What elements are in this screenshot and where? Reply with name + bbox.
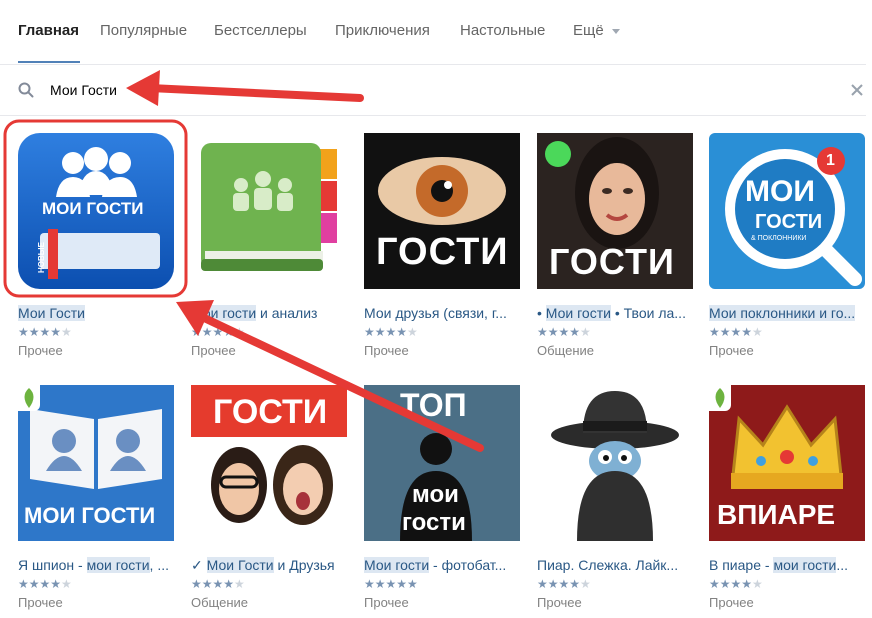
tab-main[interactable]: Главная [18, 22, 79, 39]
app-title[interactable]: Мои гости и анализ [191, 305, 347, 321]
rating-stars: ★★★★★ [364, 325, 418, 339]
app-category: Общение [191, 595, 249, 610]
app-icon-caption: МОИ ГОСТИ [24, 503, 156, 528]
app-title-post: и Друзья [273, 557, 335, 573]
app-title-highlight: Мои гости [191, 305, 257, 321]
app-title[interactable]: Я шпион - мои гости, ... [18, 557, 174, 573]
app-icon-girl[interactable]: ГОСТИ [537, 133, 693, 289]
app-icon-gosti-friends[interactable]: ГОСТИ [191, 385, 347, 541]
rating-stars: ★★★★★ [191, 325, 245, 339]
app-icon-vpiare[interactable]: ВПИАРЕ [709, 385, 865, 541]
app-title[interactable]: Пиар. Слежка. Лайк... [537, 557, 693, 573]
rating-stars: ★★★★★ [709, 577, 763, 591]
rating-stars: ★★★★★ [18, 577, 72, 591]
app-category: Прочее [364, 595, 409, 610]
app-icon-spy-book[interactable]: МОИ ГОСТИ [18, 385, 174, 541]
app-title[interactable]: Мои Гости [18, 305, 174, 321]
app-title-post: и анализ [256, 305, 318, 321]
rating-stars: ★★★★★ [537, 577, 591, 591]
app-icon-caption-2: мои [412, 481, 459, 508]
app-title[interactable]: В пиаре - мои гости... [709, 557, 865, 573]
search-input[interactable] [50, 79, 650, 101]
tab-more[interactable]: Ещё [573, 22, 620, 39]
app-title[interactable]: ✓ Мои Гости и Друзья [191, 557, 347, 574]
app-icon-caption: МОИ ГОСТИ [42, 199, 144, 218]
rating-stars: ★★★★★ [364, 577, 418, 591]
app-title-pre: Мои друзья (связи, г... [364, 305, 507, 321]
app-title-pre: Я шпион - [18, 557, 87, 573]
app-title-highlight: Мои гости [545, 305, 611, 321]
app-title-pre: Пиар. Слежка. Лайк... [537, 557, 679, 573]
search-bar [0, 65, 866, 116]
app-category: Прочее [191, 343, 236, 358]
app-title-post: • Твои ла... [610, 305, 686, 321]
app-icon-caption: МОИ [745, 175, 815, 208]
app-icon-caption: ВПИАРЕ [717, 499, 836, 530]
app-title-post: - фотобат... [429, 557, 507, 573]
chevron-down-icon [611, 28, 620, 34]
app-category: Прочее [709, 343, 754, 358]
app-title[interactable]: Мои друзья (связи, г... [364, 305, 520, 321]
app-icon-caption: ГОСТИ [213, 393, 328, 431]
app-icon-spy-man[interactable] [537, 385, 693, 541]
tab-more-label: Ещё [573, 22, 604, 39]
app-icon-top-gosti[interactable]: ТОП мои гости [364, 385, 520, 541]
leaf-icon [18, 385, 40, 411]
app-title-highlight: мои гости [773, 557, 837, 573]
app-title-post: , ... [149, 557, 169, 573]
online-indicator [545, 141, 571, 167]
app-icon-caption-3: & ПОКЛОННИКИ [751, 235, 807, 242]
app-title-highlight: Мои поклонники и го... [709, 305, 856, 321]
leaf-icon [709, 385, 731, 411]
app-category: Общение [537, 343, 595, 358]
app-title[interactable]: • Мои гости • Твои ла... [537, 305, 693, 321]
app-icon-caption-2: ГОСТИ [755, 211, 823, 233]
app-icon-book[interactable] [191, 133, 347, 289]
category-tabs: Главная Популярные Бестселлеры Приключен… [0, 0, 866, 65]
rating-stars: ★★★★★ [18, 325, 72, 339]
tab-bestsellers[interactable]: Бестселлеры [214, 22, 307, 39]
app-icon-moi-gosti[interactable]: МОИ ГОСТИ НОВЫЕ [18, 133, 174, 289]
app-category: Прочее [18, 343, 63, 358]
app-icon-caption: ТОП [400, 387, 467, 423]
app-title-text: Мои Гости [18, 305, 85, 321]
tab-adventures[interactable]: Приключения [335, 22, 430, 39]
app-icon-moi-gosti-poklonniki[interactable]: 1 МОИ ГОСТИ & ПОКЛОННИКИ [709, 133, 865, 289]
app-title-highlight: Мои гости [364, 557, 430, 573]
app-title-pre: ✓ [191, 557, 207, 573]
rating-stars: ★★★★★ [709, 325, 763, 339]
app-title-post: ... [836, 557, 849, 573]
app-title-highlight: Мои Гости [206, 557, 274, 573]
rating-stars: ★★★★★ [537, 325, 591, 339]
app-title-pre: В пиаре - [709, 557, 774, 573]
close-icon[interactable] [850, 83, 864, 97]
new-tag: НОВЫЕ [37, 242, 46, 273]
app-icon-eye[interactable]: ГОСТИ [364, 133, 520, 289]
app-category: Прочее [18, 595, 63, 610]
notification-badge: 1 [826, 152, 835, 169]
rating-stars: ★★★★★ [191, 577, 245, 591]
app-title-highlight: мои гости [86, 557, 150, 573]
app-icon-caption-3: гости [402, 509, 466, 536]
app-icon-caption: ГОСТИ [376, 231, 509, 273]
app-category: Прочее [709, 595, 754, 610]
app-title[interactable]: Мои поклонники и го... [709, 305, 865, 321]
app-title[interactable]: Мои гости - фотобат... [364, 557, 520, 573]
app-icon-caption: ГОСТИ [549, 241, 675, 282]
app-category: Прочее [364, 343, 409, 358]
active-tab-indicator [18, 61, 80, 63]
tab-board[interactable]: Настольные [460, 22, 545, 39]
tab-popular[interactable]: Популярные [100, 22, 187, 39]
app-title-pre: • [537, 305, 546, 321]
search-icon [18, 82, 34, 98]
app-category: Прочее [537, 595, 582, 610]
